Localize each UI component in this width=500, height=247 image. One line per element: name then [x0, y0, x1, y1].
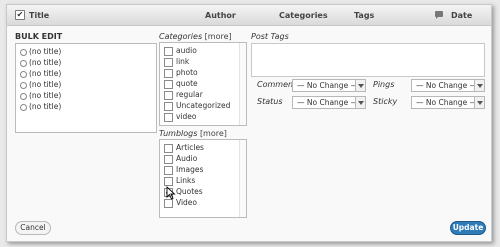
post-tags-textarea[interactable] — [251, 43, 485, 77]
list-item[interactable]: (no title) — [20, 91, 61, 101]
chevron-down-icon — [355, 97, 365, 108]
mouse-pointer-icon — [166, 185, 176, 200]
scrollbar[interactable] — [239, 43, 246, 125]
list-item[interactable]: link — [164, 57, 189, 67]
list-item[interactable]: Images — [164, 165, 203, 175]
remove-circle-icon[interactable] — [20, 103, 27, 111]
list-item[interactable]: audio — [164, 46, 197, 56]
table-header: ✔ Title Author Categories Tags Date — [7, 5, 491, 26]
remove-circle-icon[interactable] — [20, 92, 27, 100]
tumblogs-more-link[interactable]: [more] — [200, 129, 227, 138]
list-item[interactable]: video — [164, 112, 197, 122]
category-checkbox[interactable] — [164, 79, 173, 89]
column-author[interactable]: Author — [205, 11, 236, 20]
tumblog-checkbox[interactable] — [164, 154, 173, 164]
tumblogs-label: Tumblogs [more] — [159, 129, 227, 138]
comments-select[interactable]: — No Change — — [292, 79, 366, 92]
categories-checklist[interactable]: audio link photo quote regular Uncategor… — [159, 42, 247, 126]
column-tags: Tags — [354, 11, 375, 20]
pings-label: Pings — [373, 80, 395, 89]
tumblog-checkbox[interactable] — [164, 165, 173, 175]
bulk-edit-heading: BULK EDIT — [15, 32, 63, 41]
list-item[interactable]: (no title) — [20, 80, 61, 90]
category-checkbox[interactable] — [164, 112, 173, 122]
list-item[interactable]: Audio — [164, 154, 197, 164]
list-item[interactable]: (no title) — [20, 47, 61, 57]
status-select[interactable]: — No Change — — [292, 96, 366, 109]
post-tags-label: Post Tags — [251, 32, 289, 41]
chevron-down-icon — [474, 80, 484, 91]
category-checkbox[interactable] — [164, 46, 173, 56]
list-item[interactable]: (no title) — [20, 58, 61, 68]
status-label: Status — [257, 97, 283, 106]
list-item[interactable]: Uncategorized — [164, 101, 230, 111]
categories-more-link[interactable]: [more] — [205, 32, 232, 41]
pings-select[interactable]: — No Change — — [411, 79, 485, 92]
cancel-button[interactable]: Cancel — [15, 221, 51, 235]
list-item[interactable]: regular — [164, 90, 203, 100]
chevron-down-icon — [355, 80, 365, 91]
column-title[interactable]: Title — [29, 11, 49, 20]
sticky-label: Sticky — [373, 97, 398, 106]
bulk-titles-list[interactable]: (no title) (no title) (no title) (no tit… — [15, 43, 157, 133]
scrollbar[interactable] — [239, 140, 246, 217]
list-item[interactable]: (no title) — [20, 102, 61, 112]
bulk-edit-panel: ✔ Title Author Categories Tags Date BULK… — [6, 4, 492, 242]
tumblog-checkbox[interactable] — [164, 143, 173, 153]
category-checkbox[interactable] — [164, 101, 173, 111]
tumblogs-checklist[interactable]: Articles Audio Images Links ✔Quotes Vide… — [159, 139, 247, 218]
category-checkbox[interactable] — [164, 57, 173, 67]
column-categories: Categories — [279, 11, 328, 20]
list-item[interactable]: (no title) — [20, 69, 61, 79]
chevron-down-icon — [474, 97, 484, 108]
remove-circle-icon[interactable] — [20, 81, 27, 89]
category-checkbox[interactable] — [164, 68, 173, 78]
list-item[interactable]: quote — [164, 79, 198, 89]
comment-bubble-icon[interactable] — [435, 11, 443, 19]
update-button[interactable]: Update — [450, 221, 486, 235]
list-item[interactable]: photo — [164, 68, 198, 78]
remove-circle-icon[interactable] — [20, 48, 27, 56]
remove-circle-icon[interactable] — [20, 59, 27, 67]
sticky-select[interactable]: — No Change — — [411, 96, 485, 109]
category-checkbox[interactable] — [164, 90, 173, 100]
list-item[interactable]: Links — [164, 176, 195, 186]
column-date[interactable]: Date — [451, 11, 472, 20]
list-item[interactable]: Articles — [164, 143, 204, 153]
tumblog-checkbox[interactable] — [164, 176, 173, 186]
categories-label: Categories [more] — [159, 32, 232, 41]
remove-circle-icon[interactable] — [20, 70, 27, 78]
select-all-checkbox[interactable]: ✔ — [15, 10, 25, 20]
